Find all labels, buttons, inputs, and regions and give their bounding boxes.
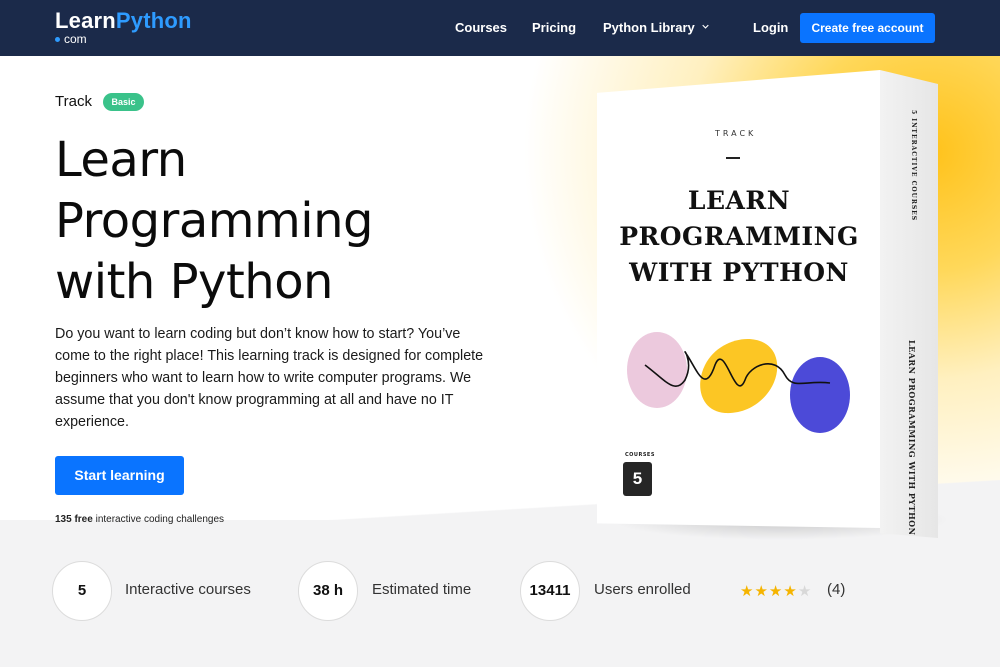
stat-time-label: Estimated time <box>372 581 472 598</box>
hero-description: Do you want to learn coding but don’t kn… <box>55 326 484 430</box>
create-account-button[interactable]: Create free account <box>800 13 935 43</box>
page-title: Learn Programming with Python <box>55 130 475 313</box>
box-title-line: WITH PYTHON <box>629 258 849 287</box>
rating-count: (4) <box>827 581 846 598</box>
box-track-label: TRACK <box>715 129 757 138</box>
box-front <box>597 70 880 528</box>
box-divider <box>726 157 740 159</box>
box-side-bottom-text: LEARN PROGRAMMING WITH PYTHON <box>907 340 917 536</box>
start-learning-button[interactable]: Start learning <box>55 456 184 495</box>
stat-courses-value: 5 <box>52 561 112 621</box>
star-empty-icon: ★ <box>797 582 813 600</box>
title-line: Programming <box>55 193 374 249</box>
star-icon: ★ <box>754 582 769 600</box>
rating-stars: ★★★★★ <box>740 582 812 600</box>
chevron-down-icon <box>702 24 710 29</box>
logo-dot <box>55 37 60 43</box>
track-label: Track <box>55 93 92 110</box>
star-icon: ★ <box>740 582 755 600</box>
title-line: Learn <box>55 132 187 188</box>
star-icon: ★ <box>783 582 798 600</box>
challenges-text: interactive coding challenges <box>92 514 225 525</box>
yellow-blob-shape <box>700 338 778 414</box>
top-nav: LearnPython com Courses Pricing Python L… <box>0 0 1000 56</box>
logo-main-text: Learn <box>55 8 116 33</box>
level-badge: Basic <box>103 93 144 111</box>
login-link[interactable]: Login <box>753 20 788 36</box>
box-courses-count: 5 <box>623 462 652 496</box>
blue-blob-shape <box>790 357 850 433</box>
box-side-top-text: 5 INTERACTIVE COURSES <box>910 110 917 222</box>
nav-courses-link[interactable]: Courses <box>455 20 507 36</box>
nav-pricing-link[interactable]: Pricing <box>532 20 576 36</box>
nav-python-library-link[interactable]: Python Library <box>603 20 710 36</box>
logo-accent-text: Python <box>115 8 192 33</box>
stat-users-value: 13411 <box>520 561 580 621</box>
title-line: with Python <box>55 254 333 310</box>
star-icon: ★ <box>768 582 784 600</box>
challenges-note: 135 free interactive coding challenges <box>55 514 224 525</box>
logo-domain: com <box>55 32 87 46</box>
challenges-count: 135 free <box>55 514 93 525</box>
stat-time-value: 38 h <box>298 561 358 621</box>
nav-python-library-label: Python Library <box>603 20 695 35</box>
pink-blob-shape <box>627 332 687 408</box>
box-illustration <box>627 332 850 433</box>
box-title: LEARN PROGRAMMING WITH PYTHON <box>604 183 874 291</box>
box-courses-label: COURSES <box>625 452 655 458</box>
stat-courses-label: Interactive courses <box>125 581 251 598</box>
logo[interactable]: LearnPython <box>55 9 192 33</box>
stat-users-label: Users enrolled <box>594 581 691 598</box>
logo-domain-text: com <box>64 32 87 46</box>
box-title-line: PROGRAMMING <box>619 222 859 251</box>
box-title-line: LEARN <box>687 186 791 215</box>
